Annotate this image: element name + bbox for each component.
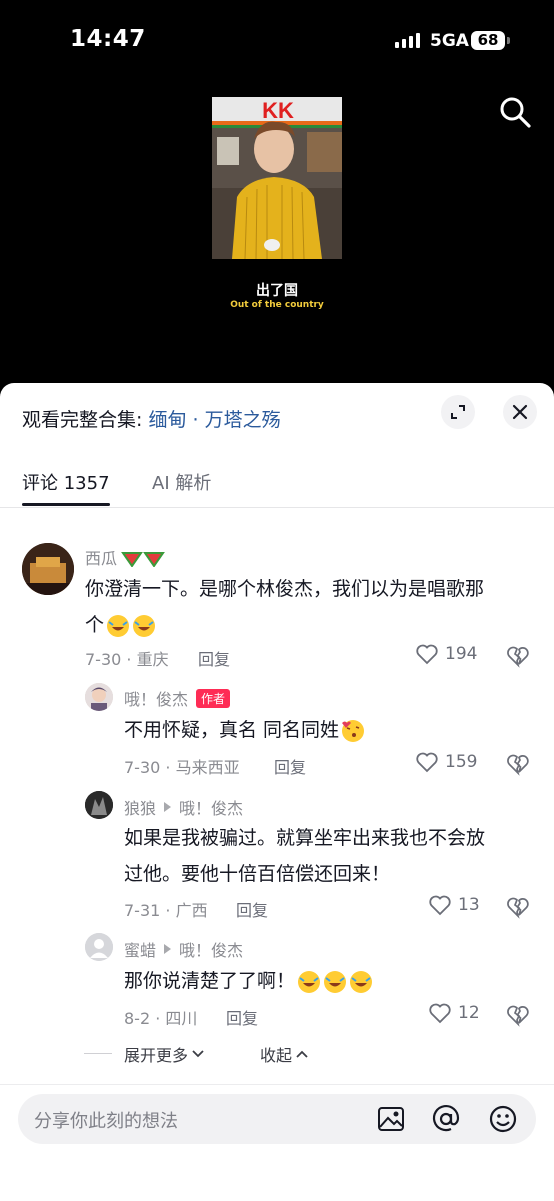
collection-link-row[interactable]: 观看完整合集: 缅甸 · 万塔之殇	[22, 405, 281, 432]
network-type: 5GA	[430, 31, 469, 51]
video-thumbnail[interactable]: KK	[212, 97, 342, 259]
expand-icon	[451, 405, 465, 419]
status-bar: 14:47 5GA 68	[0, 0, 554, 84]
comment-username[interactable]: 蜜蜡 哦！俊杰	[124, 937, 243, 961]
chevron-up-icon	[296, 1050, 308, 1058]
thread-divider	[84, 1053, 112, 1054]
heart-icon	[429, 895, 451, 916]
comment-text: 如果是我被骗过。就算坐牢出来我也不会放 过他。要他十倍百倍偿还回来！	[124, 827, 486, 885]
comment-text: 你澄清一下。是哪个林俊杰，我们以为是唱歌那 个	[85, 578, 485, 637]
comment-username[interactable]: 西瓜	[85, 545, 165, 569]
comment-input[interactable]: 分享你此刻的想法	[18, 1094, 536, 1144]
comment-date-location: 7-31 · 广西	[124, 901, 208, 920]
tab-bar: 评论 1357 AI 解析	[0, 455, 554, 508]
reply-button[interactable]: 回复	[274, 754, 306, 778]
tab-comments[interactable]: 评论 1357	[22, 469, 110, 495]
crying-laughing-emoji	[324, 970, 347, 993]
expand-more-button[interactable]: 展开更多	[124, 1042, 204, 1066]
avatar[interactable]	[85, 933, 113, 961]
like-button[interactable]: 12	[428, 1002, 480, 1024]
reply-button[interactable]: 回复	[226, 1005, 258, 1029]
status-time: 14:47	[70, 26, 146, 52]
heart-icon	[416, 644, 438, 665]
active-tab-indicator	[22, 503, 110, 506]
comment-input-bar: 分享你此刻的想法	[0, 1084, 554, 1201]
kissing-face-emoji	[342, 719, 365, 742]
comment-input-placeholder: 分享你此刻的想法	[34, 1111, 178, 1132]
comment-text: 不用怀疑，真名 同名同姓	[124, 712, 534, 748]
reply-to-username: 哦！俊杰	[179, 799, 244, 818]
heart-icon	[416, 752, 438, 773]
comment-date-location: 7-30 · 马来西亚	[124, 758, 240, 777]
dislike-icon[interactable]	[506, 1003, 530, 1027]
reply-button[interactable]: 回复	[198, 646, 230, 670]
dislike-icon[interactable]	[506, 752, 530, 776]
heart-icon	[429, 1003, 451, 1024]
search-icon[interactable]	[498, 95, 532, 129]
collection-link[interactable]: 缅甸 · 万塔之殇	[148, 409, 280, 431]
like-count: 12	[458, 1003, 480, 1023]
image-icon[interactable]	[376, 1104, 406, 1134]
like-count: 159	[445, 752, 478, 772]
collection-prefix: 观看完整合集:	[22, 409, 143, 431]
comment-text: 那你说清楚了了啊！	[124, 963, 534, 999]
like-button[interactable]: 194	[415, 643, 477, 665]
avatar[interactable]	[85, 791, 113, 819]
video-caption: 出了国	[256, 283, 298, 299]
close-icon	[512, 404, 528, 420]
emoji-icon[interactable]	[488, 1104, 518, 1134]
reply-to-username: 哦！俊杰	[179, 941, 244, 960]
avatar[interactable]	[85, 683, 113, 711]
signal-icon	[395, 33, 420, 48]
comment-username[interactable]: 狼狼 哦！俊杰	[124, 795, 243, 819]
chevron-down-icon	[192, 1050, 204, 1058]
comment-username[interactable]: 哦！俊杰 作者	[124, 686, 231, 710]
crying-laughing-emoji	[350, 970, 373, 993]
close-button[interactable]	[503, 395, 537, 429]
reply-arrow-icon	[164, 802, 172, 812]
comment-sheet: 观看完整合集: 缅甸 · 万塔之殇 评论 1357 AI 解析	[0, 383, 554, 1200]
avatar[interactable]	[22, 543, 74, 595]
at-mention-icon[interactable]	[431, 1104, 461, 1134]
dislike-icon[interactable]	[506, 895, 530, 919]
tab-ai-analysis[interactable]: AI 解析	[152, 469, 211, 495]
watermelon-icon	[121, 552, 165, 567]
comment-date-location: 8-2 · 四川	[124, 1009, 198, 1028]
reply-button[interactable]: 回复	[236, 897, 268, 921]
author-badge: 作者	[196, 688, 231, 708]
crying-laughing-emoji	[298, 970, 321, 993]
crying-laughing-emoji	[133, 614, 156, 637]
dislike-icon[interactable]	[506, 644, 530, 668]
like-count: 13	[458, 895, 480, 915]
video-caption-english: Out of the country	[230, 300, 324, 310]
comment-date-location: 7-30 · 重庆	[85, 650, 169, 669]
video-sign-text: KK	[262, 98, 294, 123]
reply-arrow-icon	[164, 944, 172, 954]
collapse-button[interactable]: 收起	[260, 1042, 308, 1066]
svg-text:KK: KK	[262, 98, 294, 123]
expand-button[interactable]	[441, 395, 475, 429]
like-button[interactable]: 159	[415, 751, 477, 773]
battery-icon: 68	[471, 31, 510, 50]
crying-laughing-emoji	[107, 614, 130, 637]
like-count: 194	[445, 644, 478, 664]
like-button[interactable]: 13	[428, 894, 480, 916]
